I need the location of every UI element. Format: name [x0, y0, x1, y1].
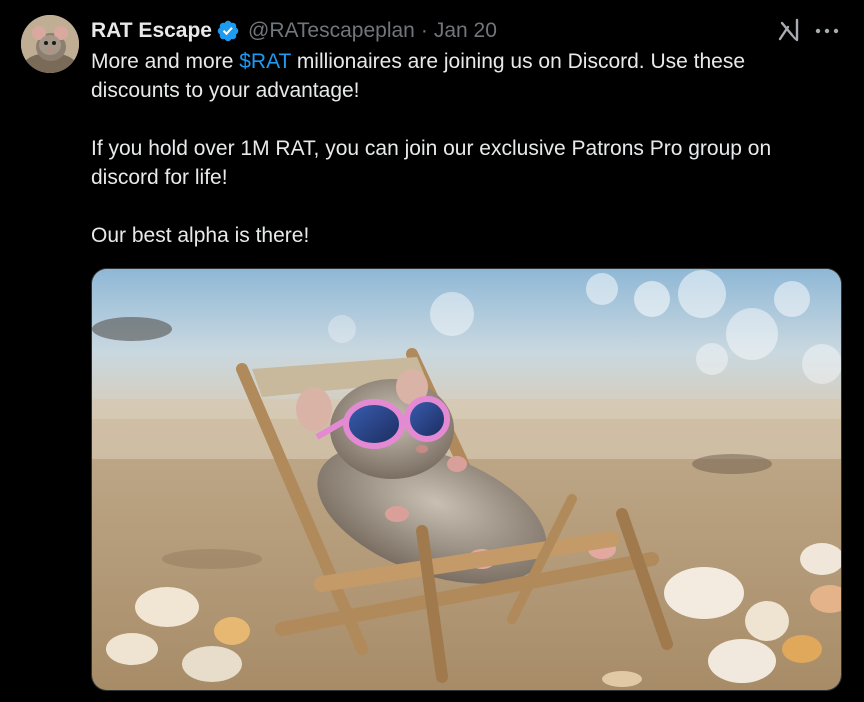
tweet-image[interactable] — [91, 268, 842, 691]
paragraph-3: Our best alpha is there! — [91, 224, 310, 247]
separator: · — [420, 19, 428, 42]
paragraph-1: More and more $RAT millionaires are join… — [91, 50, 746, 102]
tweet-text: More and more $RAT millionaires are join… — [91, 47, 831, 250]
rat-on-beach-chair-image-icon — [92, 269, 841, 690]
tweet-date[interactable]: Jan 20 — [434, 17, 497, 45]
cashtag-link[interactable]: $RAT — [239, 50, 291, 73]
avatar[interactable] — [21, 15, 79, 73]
more-options-icon[interactable] — [815, 28, 839, 34]
tweet-header: RAT Escape @RATescapeplan · Jan 20 — [91, 16, 497, 46]
rat-avatar-icon — [21, 15, 79, 73]
author-handle[interactable]: @RATescapeplan — [248, 17, 415, 45]
grok-icon[interactable] — [776, 17, 802, 43]
verified-badge-icon[interactable] — [216, 19, 240, 43]
tweet[interactable]: RAT Escape @RATescapeplan · Jan 20 More … — [0, 0, 864, 702]
paragraph-2: If you hold over 1M RAT, you can join ou… — [91, 137, 772, 189]
author-name[interactable]: RAT Escape — [91, 17, 212, 45]
